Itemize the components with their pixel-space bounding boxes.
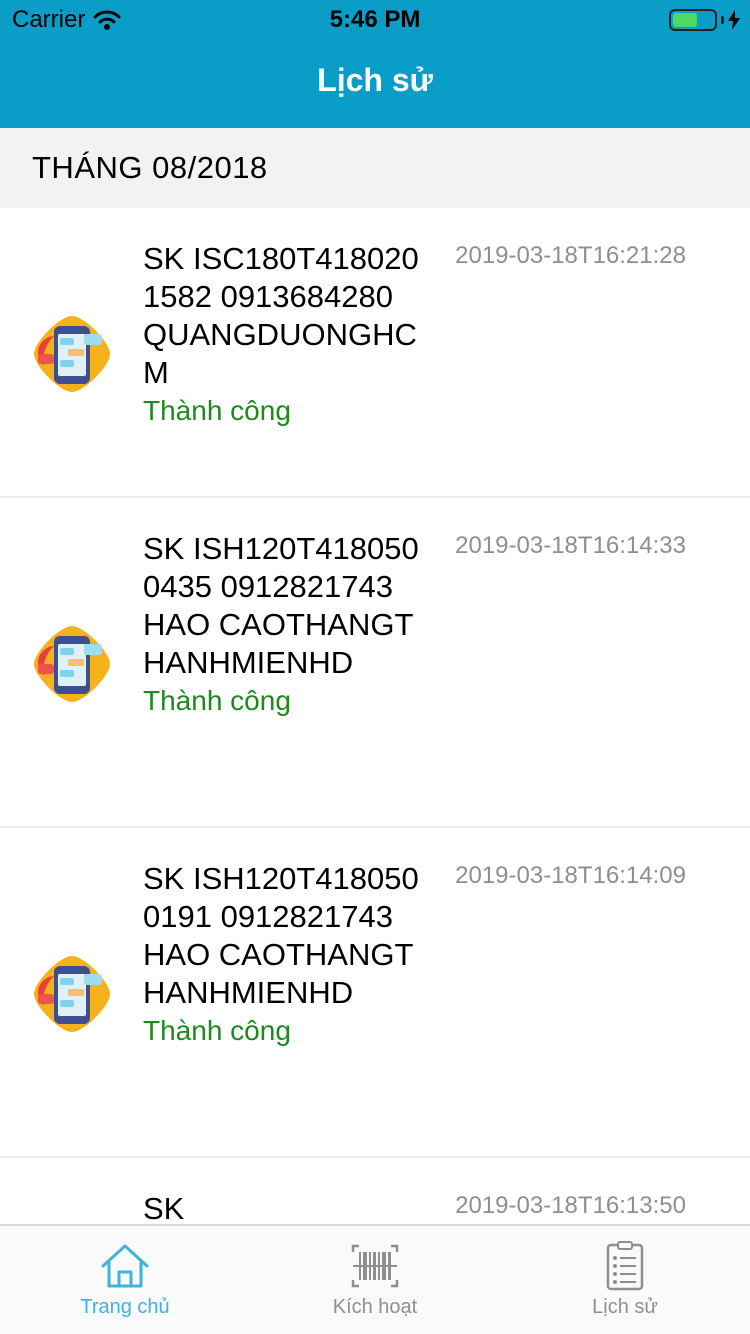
tab-activate-label: Kích hoạt xyxy=(332,1296,418,1318)
battery-indicator xyxy=(669,9,740,31)
phone-chat-icon xyxy=(34,956,110,1032)
history-item-details: SK ISC180T4180201582 0913684280 QUANGDUO… xyxy=(143,240,421,428)
history-item-details: SK ISH120T4180500435 0912821743 HAO CAOT… xyxy=(143,530,421,718)
phone-chat-icon xyxy=(34,316,110,392)
history-item[interactable]: SK ISH120T4180500191 0912821743 HAO CAOT… xyxy=(0,828,750,1158)
history-item-status: Thành công xyxy=(143,395,291,426)
battery-level xyxy=(673,13,697,27)
history-item-timestamp: 2019-03-18T16:14:09 xyxy=(455,862,686,889)
history-item[interactable]: SK ISC180T4180201582 0913684280 QUANGDUO… xyxy=(0,208,750,498)
barcode-icon xyxy=(351,1244,399,1288)
home-icon xyxy=(101,1244,149,1288)
battery-tip xyxy=(721,16,724,24)
tab-history-label: Lịch sử xyxy=(592,1296,658,1318)
history-item-details: SK ISH120T4180500191 0912821743 HAO CAOT… xyxy=(143,860,421,1048)
history-item-status: Thành công xyxy=(143,1015,291,1046)
phone-chat-icon xyxy=(34,626,110,702)
tab-activate[interactable]: Kích hoạt xyxy=(250,1226,500,1334)
charging-bolt-icon xyxy=(728,10,740,30)
history-item-text: SK ISH120T4180500191 0912821743 HAO CAOT… xyxy=(143,861,419,1010)
tab-history[interactable]: Lịch sử xyxy=(500,1226,750,1334)
history-list[interactable]: SK ISC180T4180201582 0913684280 QUANGDUO… xyxy=(0,208,750,1224)
page-title: Lịch sử xyxy=(317,62,433,98)
history-item-timestamp: 2019-03-18T16:13:50 xyxy=(455,1192,686,1219)
status-bar: Carrier 5:46 PM xyxy=(0,0,750,40)
history-item[interactable]: SK 2019-03-18T16:13:50 xyxy=(0,1158,750,1224)
clipboard-list-icon xyxy=(606,1241,644,1291)
navigation-header: Carrier 5:46 PM Lịch sử xyxy=(0,0,750,128)
history-item[interactable]: SK ISH120T4180500435 0912821743 HAO CAOT… xyxy=(0,498,750,828)
tab-home-label: Trang chủ xyxy=(80,1296,170,1318)
history-item-text: SK xyxy=(143,1191,185,1224)
month-section-header: THÁNG 08/2018 xyxy=(0,128,750,208)
history-item-timestamp: 2019-03-18T16:21:28 xyxy=(455,242,686,269)
history-item-details: SK xyxy=(143,1190,421,1224)
status-time: 5:46 PM xyxy=(329,6,421,33)
month-section-title: THÁNG 08/2018 xyxy=(32,150,268,185)
tab-home[interactable]: Trang chủ xyxy=(0,1226,250,1334)
history-item-status: Thành công xyxy=(143,685,291,716)
history-item-text: SK ISH120T4180500435 0912821743 HAO CAOT… xyxy=(143,531,419,680)
battery-icon xyxy=(669,9,717,31)
tab-bar: Trang chủ Kích hoạt Lịch sử xyxy=(0,1224,750,1334)
history-item-text: SK ISC180T4180201582 0913684280 QUANGDUO… xyxy=(143,241,419,390)
history-item-timestamp: 2019-03-18T16:14:33 xyxy=(455,532,686,559)
